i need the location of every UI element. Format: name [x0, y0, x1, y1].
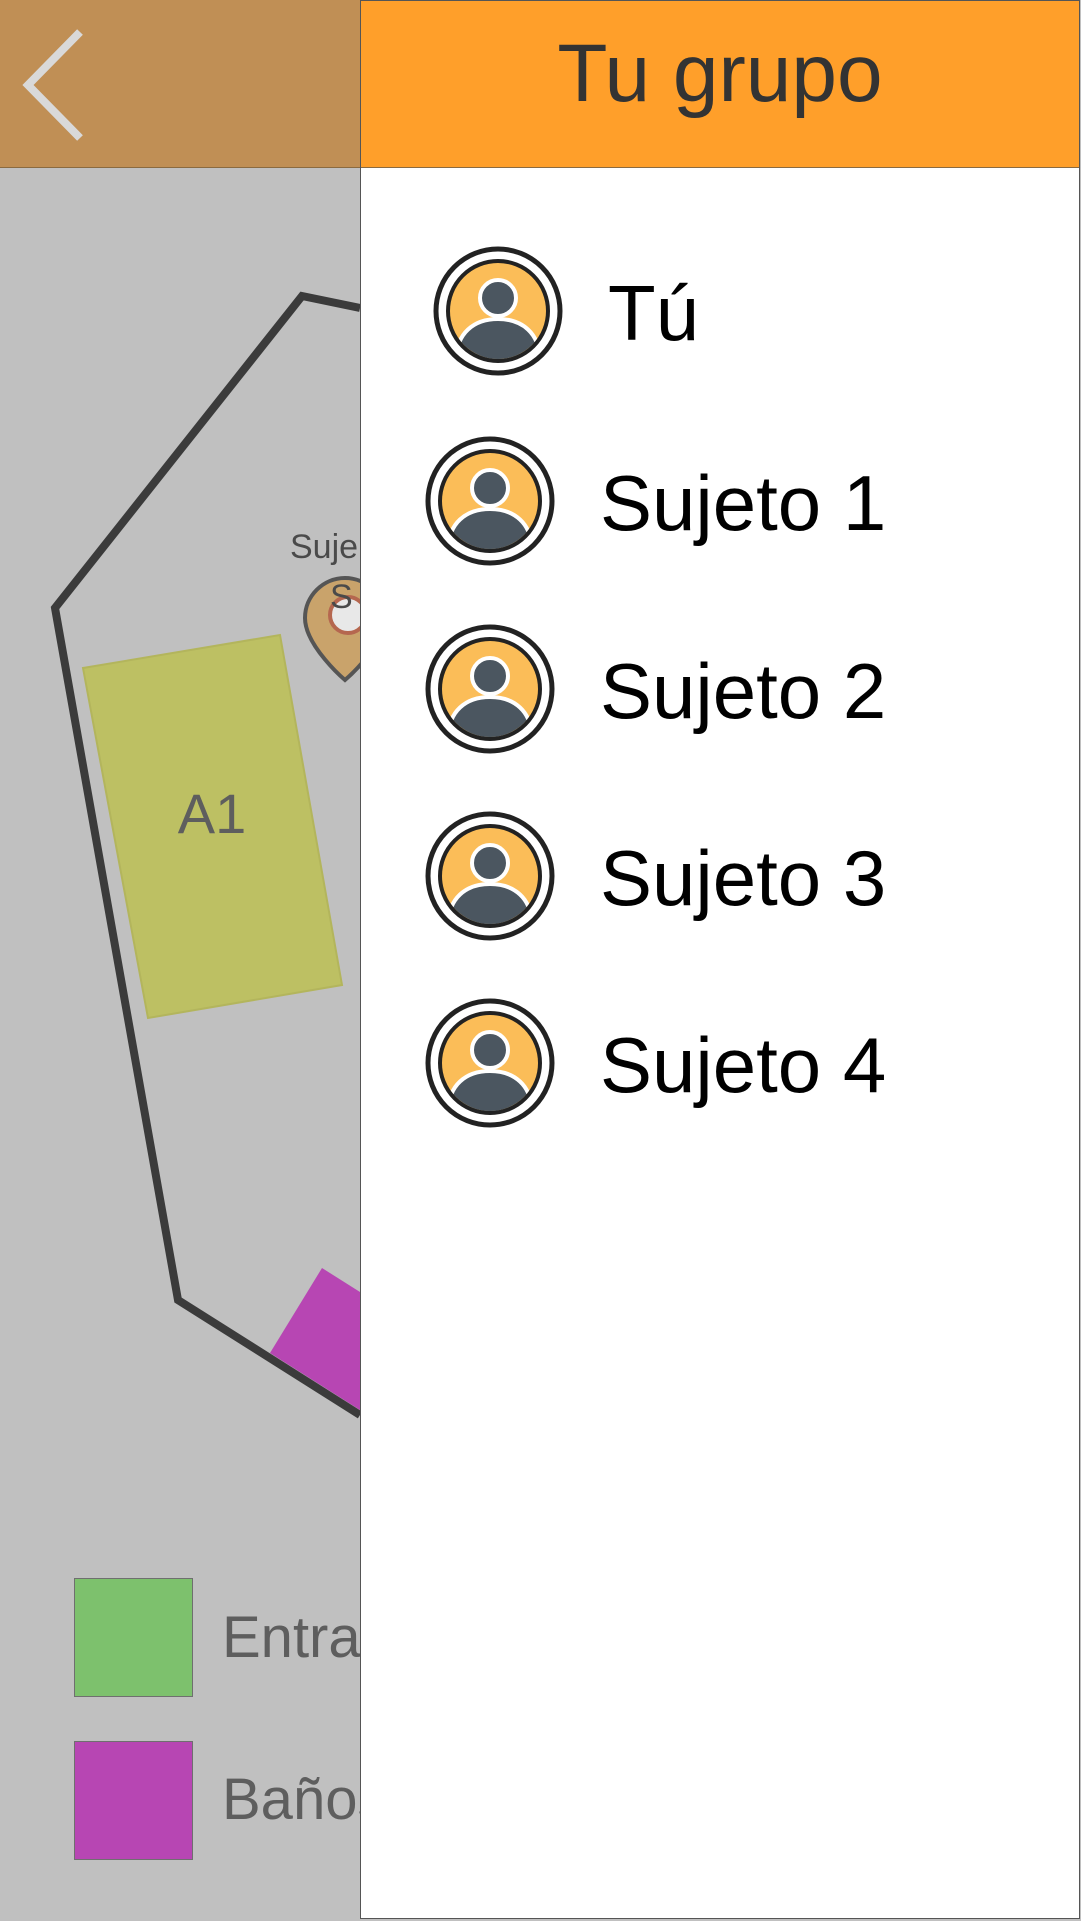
- user-avatar-icon: [425, 436, 555, 566]
- map-top-bar: [0, 0, 360, 168]
- member-name: Sujeto 2: [600, 647, 887, 735]
- group-member-sujeto-1[interactable]: Sujeto 1: [425, 436, 1045, 566]
- group-member-sujeto-2[interactable]: Sujeto 2: [425, 624, 1045, 754]
- drawer-header: Tu grupo: [361, 1, 1079, 168]
- user-avatar-icon: [425, 624, 555, 754]
- group-member-sujeto-4[interactable]: Sujeto 4: [425, 998, 1045, 1128]
- area-a1[interactable]: A1: [81, 633, 344, 1020]
- user-avatar-icon: [425, 998, 555, 1128]
- legend-label-entrada: Entrad: [222, 1605, 360, 1670]
- chevron-left-icon: [22, 29, 83, 141]
- user-avatar-icon: [433, 246, 563, 376]
- member-name: Sujeto 4: [600, 1021, 887, 1109]
- group-member-sujeto-3[interactable]: Sujeto 3: [425, 811, 1045, 941]
- marker-sub-label: S: [330, 578, 353, 616]
- drawer-title: Tu grupo: [557, 28, 883, 119]
- group-drawer: Tu grupo Tú Sujeto 1 Sujeto 2 Sujeto 3 S…: [360, 0, 1080, 1919]
- member-name: Sujeto 3: [600, 834, 887, 922]
- area-a1-label: A1: [178, 782, 247, 845]
- legend-swatch-entrada: [74, 1578, 193, 1697]
- user-avatar-icon: [425, 811, 555, 941]
- map-view[interactable]: A1 Suje S Entrad Baños: [0, 0, 360, 1921]
- member-name: Tú: [608, 269, 700, 357]
- legend-label-banos: Baños: [222, 1767, 360, 1832]
- group-member-tu[interactable]: Tú: [433, 246, 1053, 376]
- back-button[interactable]: [10, 20, 100, 145]
- marker-label: Suje: [290, 528, 358, 566]
- member-name: Sujeto 1: [600, 459, 887, 547]
- legend-swatch-banos: [74, 1741, 193, 1860]
